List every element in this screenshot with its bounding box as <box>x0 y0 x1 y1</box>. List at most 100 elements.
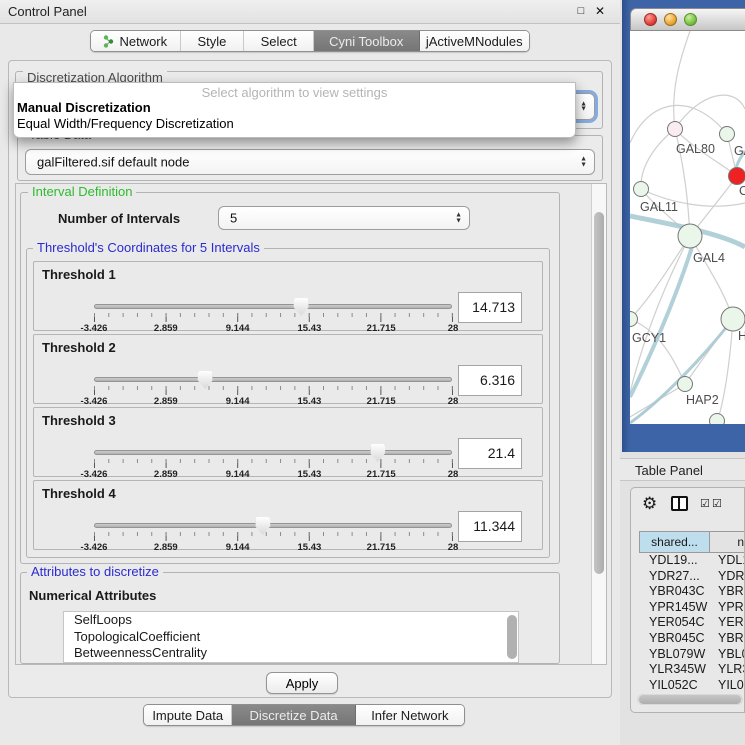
network-nodes[interactable] <box>630 122 745 425</box>
table-row[interactable]: YBR043CYBR0 <box>639 584 745 600</box>
top-tab-strip: Network Style Select Cyni Toolbox jActiv… <box>90 30 530 52</box>
numerical-attributes-list[interactable]: SelfLoopsTopologicalCoefficientBetweenne… <box>63 611 519 663</box>
node-gal11[interactable] <box>634 182 649 197</box>
network-canvas[interactable]: GAL80 GA C GAL11 GAL4 GCY1 H HAP2 <box>630 31 745 424</box>
tick-label: 2.859 <box>154 396 178 407</box>
node-gal4[interactable] <box>678 224 702 248</box>
cyni-panel: Discretization Algorithm ▲▼ Table Data g… <box>8 60 612 698</box>
cell-name[interactable]: YDR2 <box>709 569 745 585</box>
control-panel-titlebar: Control Panel □ ✕ <box>0 0 620 24</box>
threshold-slider[interactable]: -3.4262.8599.14415.4321.71528 <box>94 298 453 332</box>
table-row[interactable]: YDL19...YDL1 <box>639 553 745 569</box>
cell-name[interactable]: YLR3 <box>709 662 745 678</box>
tab-jactivemnodules[interactable]: jActiveMNodules <box>420 31 530 51</box>
scrollbar-thumb[interactable] <box>639 695 741 704</box>
table-row[interactable]: YER054CYER0 <box>639 615 745 631</box>
close-traffic-light[interactable] <box>644 13 657 26</box>
cell-name[interactable]: YIL0 <box>709 678 745 694</box>
table-header-row: shared... na <box>639 531 745 553</box>
slider-track[interactable] <box>94 523 452 528</box>
slider-track[interactable] <box>94 377 452 382</box>
node[interactable] <box>720 127 735 142</box>
cell-shared-name[interactable]: YDR27... <box>639 569 709 585</box>
tab-network[interactable]: Network <box>91 31 181 51</box>
threshold-slider[interactable]: -3.4262.8599.14415.4321.71528 <box>94 517 453 551</box>
tab-style[interactable]: Style <box>181 31 245 51</box>
tick-labels: -3.4262.8599.14415.4321.71528 <box>94 542 453 553</box>
popup-option-equal-width[interactable]: Equal Width/Frequency Discretization <box>14 116 575 132</box>
show-columns-icon[interactable] <box>671 496 688 511</box>
cell-shared-name[interactable]: YBR045C <box>639 631 709 647</box>
control-panel: Control Panel □ ✕ Network Style Select C… <box>0 0 620 745</box>
node-gal80[interactable] <box>668 122 683 137</box>
table-row[interactable]: YLR345WYLR3 <box>639 662 745 678</box>
tab-infer-network[interactable]: Infer Network <box>356 705 464 725</box>
cell-name[interactable]: YBL0 <box>709 647 745 663</box>
cell-name[interactable]: YDL1 <box>709 553 745 569</box>
tab-select[interactable]: Select <box>244 31 314 51</box>
table-row[interactable]: YBL079WYBL0 <box>639 647 745 663</box>
node[interactable] <box>710 414 725 425</box>
tab-discretize-data[interactable]: Discretize Data <box>232 705 355 725</box>
checkbox-icon[interactable]: ☑ <box>712 497 722 510</box>
cell-shared-name[interactable]: YBR043C <box>639 584 709 600</box>
zoom-traffic-light[interactable] <box>684 13 697 26</box>
popup-option-manual[interactable]: Manual Discretization <box>14 100 575 116</box>
tab-cyni-toolbox[interactable]: Cyni Toolbox <box>314 31 420 51</box>
vertical-scrollbar[interactable] <box>591 184 606 664</box>
list-scrollbar-thumb[interactable] <box>507 615 517 659</box>
attribute-list-item[interactable]: TopologicalCoefficient <box>64 629 518 646</box>
cell-shared-name[interactable]: YLR345W <box>639 662 709 678</box>
threshold-label: Threshold 4 <box>42 486 116 501</box>
slider-ticks <box>94 386 453 395</box>
threshold-slider[interactable]: -3.4262.8599.14415.4321.71528 <box>94 371 453 405</box>
threshold-value-field[interactable]: 14.713 <box>458 292 522 323</box>
cell-shared-name[interactable]: YER054C <box>639 615 709 631</box>
close-icon[interactable]: ✕ <box>592 3 608 19</box>
float-window-icon[interactable]: □ <box>573 3 589 19</box>
threshold-value-field[interactable]: 6.316 <box>458 365 522 396</box>
table-row[interactable]: YDR27...YDR2 <box>639 569 745 585</box>
threshold-value-field[interactable]: 21.4 <box>458 438 522 469</box>
node[interactable] <box>721 307 745 331</box>
cell-shared-name[interactable]: YIL052C <box>639 678 709 694</box>
gear-icon[interactable]: ⚙ <box>642 494 657 514</box>
slider-track[interactable] <box>94 450 452 455</box>
table-row[interactable]: YPR145WYPR1 <box>639 600 745 616</box>
cell-name[interactable]: YBR0 <box>709 631 745 647</box>
checkbox-icon[interactable]: ☑ <box>700 497 710 510</box>
minimize-traffic-light[interactable] <box>664 13 677 26</box>
cell-shared-name[interactable]: YDL19... <box>639 553 709 569</box>
tick-label: 28 <box>448 542 459 553</box>
cell-name[interactable]: YPR1 <box>709 600 745 616</box>
network-window-titlebar[interactable] <box>630 8 745 31</box>
column-header-name[interactable]: na <box>709 531 745 553</box>
cell-shared-name[interactable]: YPR145W <box>639 600 709 616</box>
tab-impute-data[interactable]: Impute Data <box>144 705 232 725</box>
tick-labels: -3.4262.8599.14415.4321.71528 <box>94 396 453 407</box>
table-data-combobox[interactable]: galFiltered.sif default node ▲▼ <box>25 149 595 175</box>
node-hap2[interactable] <box>678 377 693 392</box>
column-header-shared-name[interactable]: shared... <box>639 531 709 553</box>
tick-label: 9.144 <box>226 469 250 480</box>
cell-name[interactable]: YBR0 <box>709 584 745 600</box>
threshold-value-field[interactable]: 11.344 <box>458 511 522 542</box>
horizontal-scrollbar[interactable] <box>637 694 743 705</box>
cell-name[interactable]: YER0 <box>709 615 745 631</box>
node-gcy1[interactable] <box>630 312 638 327</box>
slider-track[interactable] <box>94 304 452 309</box>
attribute-list-item[interactable]: BetweennessCentrality <box>64 645 518 662</box>
tick-label: 15.43 <box>298 469 322 480</box>
threshold-label: Threshold 2 <box>42 340 116 355</box>
threshold-slider[interactable]: -3.4262.8599.14415.4321.71528 <box>94 444 453 478</box>
table-row[interactable]: YBR045CYBR0 <box>639 631 745 647</box>
node-selected-red[interactable] <box>729 168 745 185</box>
table-row[interactable]: YIL052CYIL0 <box>639 678 745 694</box>
svg-text:GAL11: GAL11 <box>640 200 678 214</box>
threshold-panel: Threshold 1 -3.4262.8599.14415.4321.7152… <box>33 261 543 331</box>
apply-button[interactable]: Apply <box>266 672 338 694</box>
attribute-list-item[interactable]: SelfLoops <box>64 612 518 629</box>
cell-shared-name[interactable]: YBL079W <box>639 647 709 663</box>
num-intervals-combobox[interactable]: 5 ▲▼ <box>218 206 470 230</box>
scrollbar-thumb[interactable] <box>594 212 604 574</box>
